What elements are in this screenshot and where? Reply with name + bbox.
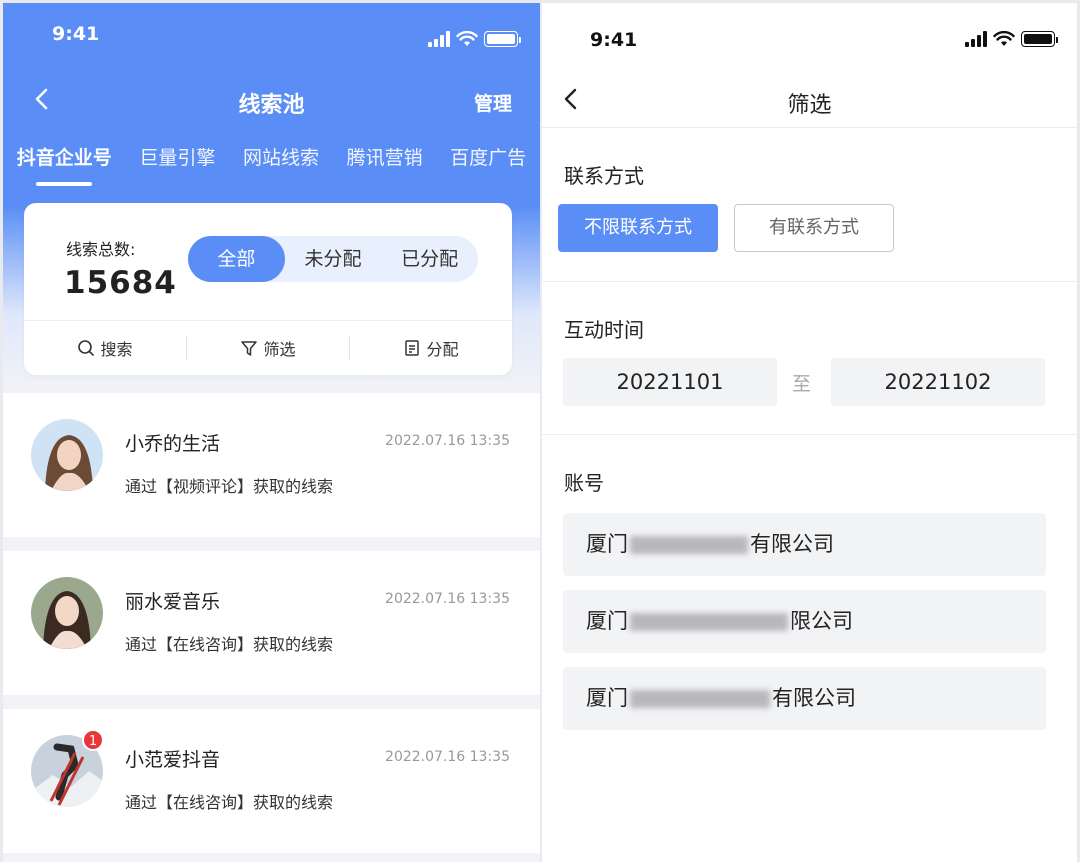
status-time: 9:41 [52, 23, 100, 45]
lead-pool-screen: 9:41 线索池 管理 抖音企业号 巨量引擎 网站线索 腾讯营销 百度广告 线索… [3, 3, 540, 862]
segment-unassigned[interactable]: 未分配 [285, 236, 382, 282]
status-time: 9:41 [590, 29, 638, 51]
interaction-section-title: 互动时间 [564, 318, 644, 342]
filter-icon [241, 341, 258, 356]
redacted-text [630, 536, 748, 554]
account-option[interactable]: 厦门 有限公司 [563, 667, 1046, 730]
date-range-separator: 至 [792, 373, 812, 395]
source-tabs: 抖音企业号 巨量引擎 网站线索 腾讯营销 百度广告 [3, 143, 540, 170]
signal-icon [965, 31, 987, 47]
lead-name: 丽水爱音乐 [125, 591, 221, 613]
account-section-title: 账号 [564, 471, 604, 495]
contact-any-button[interactable]: 不限联系方式 [558, 204, 718, 252]
nav-bar: 筛选 [542, 75, 1077, 125]
assign-segment: 全部 未分配 已分配 [188, 236, 478, 282]
wifi-icon [993, 31, 1015, 46]
lead-time: 2022.07.16 13:35 [385, 591, 510, 607]
total-value: 15684 [64, 265, 177, 301]
avatar [31, 577, 103, 649]
tab-douyin[interactable]: 抖音企业号 [17, 143, 112, 170]
unread-badge: 1 [82, 729, 104, 751]
manage-button[interactable]: 管理 [474, 89, 512, 116]
total-label: 线索总数: [66, 240, 136, 259]
lead-list: 小乔的生活 2022.07.16 13:35 通过【视频评论】获取的线索 丽水爱… [3, 393, 540, 862]
page-title: 筛选 [787, 93, 832, 118]
lead-name: 小乔的生活 [125, 433, 221, 455]
lead-source: 通过【在线咨询】获取的线索 [125, 635, 334, 654]
tab-tencent[interactable]: 腾讯营销 [347, 143, 423, 170]
tab-website[interactable]: 网站线索 [243, 143, 319, 170]
redacted-text [630, 690, 770, 708]
signal-icon [428, 31, 450, 47]
list-item[interactable]: 丽水爱音乐 2022.07.16 13:35 通过【在线咨询】获取的线索 [3, 551, 540, 695]
wifi-icon [456, 31, 478, 46]
segment-assigned[interactable]: 已分配 [381, 236, 478, 282]
summary-card: 线索总数: 15684 全部 未分配 已分配 搜索 筛选 分配 [24, 203, 512, 375]
segment-all[interactable]: 全部 [188, 236, 285, 282]
contact-has-button[interactable]: 有联系方式 [734, 204, 894, 252]
list-item[interactable]: 小乔的生活 2022.07.16 13:35 通过【视频评论】获取的线索 [3, 393, 540, 537]
tab-juliang[interactable]: 巨量引擎 [139, 143, 215, 170]
status-bar: 9:41 [3, 3, 540, 63]
lead-name: 小范爱抖音 [125, 749, 221, 771]
contact-section-title: 联系方式 [564, 164, 644, 188]
filter-button[interactable]: 筛选 [187, 336, 349, 360]
end-date-field[interactable]: 20221102 [831, 358, 1045, 406]
nav-bar: 线索池 管理 [3, 75, 540, 125]
lead-source: 通过【视频评论】获取的线索 [125, 477, 334, 496]
account-option[interactable]: 厦门 有限公司 [563, 513, 1046, 576]
assign-button[interactable]: 分配 [350, 336, 512, 360]
page-title: 线索池 [238, 93, 305, 118]
lead-time: 2022.07.16 13:35 [385, 433, 510, 449]
redacted-text [630, 613, 788, 631]
battery-icon [1021, 31, 1058, 47]
battery-icon [484, 31, 521, 47]
action-bar: 搜索 筛选 分配 [24, 321, 512, 375]
status-bar: 9:41 [542, 3, 1077, 63]
search-button[interactable]: 搜索 [24, 336, 186, 360]
filter-screen: 9:41 筛选 联系方式 不限联系方式 有联系方式 互动时间 20221101 … [542, 3, 1077, 862]
start-date-field[interactable]: 20221101 [563, 358, 777, 406]
assign-icon [405, 340, 420, 356]
lead-time: 2022.07.16 13:35 [385, 749, 510, 765]
tab-baidu[interactable]: 百度广告 [450, 143, 526, 170]
lead-source: 通过【在线咨询】获取的线索 [125, 793, 334, 812]
account-option[interactable]: 厦门 限公司 [563, 590, 1046, 653]
search-icon [78, 340, 95, 356]
list-item[interactable]: 1 小范爱抖音 2022.07.16 13:35 通过【在线咨询】获取的线索 [3, 709, 540, 853]
avatar [31, 419, 103, 491]
